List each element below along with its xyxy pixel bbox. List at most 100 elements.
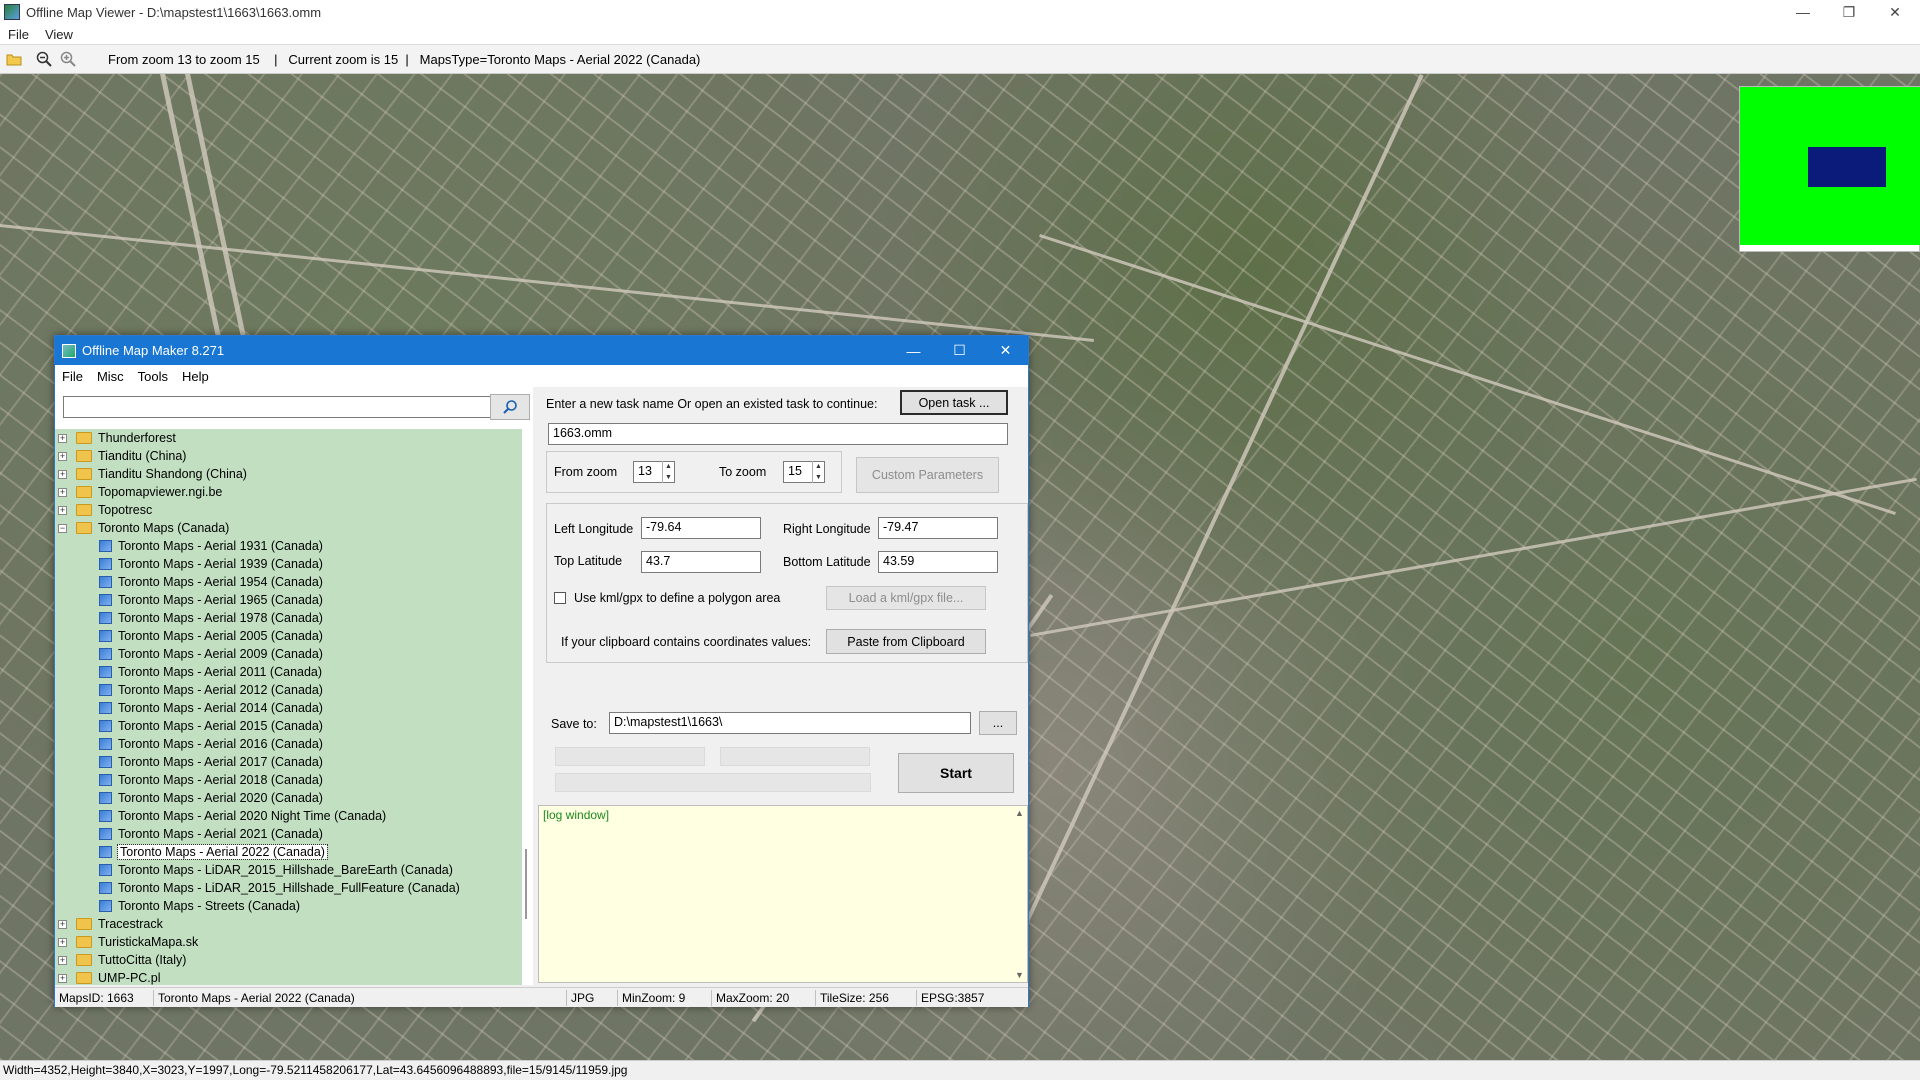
dialog-maximize-button[interactable]: ☐ xyxy=(937,336,982,365)
expand-icon[interactable]: + xyxy=(58,955,67,965)
tree-folder-item[interactable]: + Topomapviewer.ngi.be xyxy=(55,483,222,501)
zoom-out-icon[interactable] xyxy=(34,49,54,69)
folder-icon xyxy=(76,468,92,480)
map-layer-icon xyxy=(99,666,112,678)
tree-folder-item[interactable]: + Topotresc xyxy=(55,501,152,519)
map-source-tree[interactable]: + Thunderforest + Tianditu (China) + Tianditu… xyxy=(55,429,522,985)
scroll-up-icon[interactable]: ▲ xyxy=(1015,808,1024,818)
tree-map-item[interactable]: Toronto Maps - Aerial 2020 Night Time (C… xyxy=(55,807,386,825)
tree-map-item[interactable]: Toronto Maps - Aerial 1965 (Canada) xyxy=(55,591,323,609)
folder-icon xyxy=(76,450,92,462)
spin-up-icon[interactable]: ▲ xyxy=(663,461,674,472)
log-scrollbar[interactable]: ▲ ▼ xyxy=(1013,806,1027,982)
tree-map-item[interactable]: Toronto Maps - Aerial 2021 (Canada) xyxy=(55,825,323,843)
close-button[interactable]: ✕ xyxy=(1872,0,1918,24)
top-latitude-field[interactable]: 43.7 xyxy=(641,551,761,573)
spin-down-icon[interactable]: ▼ xyxy=(663,472,674,483)
start-button[interactable]: Start xyxy=(898,753,1014,793)
dialog-minimize-button[interactable]: — xyxy=(891,336,936,365)
overview-viewport[interactable] xyxy=(1808,147,1886,187)
expand-icon[interactable]: + xyxy=(58,433,67,443)
tree-map-item[interactable]: Toronto Maps - Aerial 2014 (Canada) xyxy=(55,699,323,717)
tree-map-item[interactable]: Toronto Maps - Aerial 2022 (Canada) xyxy=(55,843,328,861)
tree-folder-item[interactable]: + UMP-PC.pl xyxy=(55,969,161,985)
expand-icon[interactable]: + xyxy=(58,487,67,497)
tree-map-item[interactable]: Toronto Maps - Aerial 2009 (Canada) xyxy=(55,645,323,663)
open-task-button[interactable]: Open task ... xyxy=(900,390,1008,415)
tree-map-item[interactable]: Toronto Maps - Aerial 1978 (Canada) xyxy=(55,609,323,627)
tree-map-item[interactable]: Toronto Maps - Aerial 2015 (Canada) xyxy=(55,717,323,735)
left-longitude-field[interactable]: -79.64 xyxy=(641,517,761,539)
tree-scroll-thumb[interactable] xyxy=(525,849,527,919)
paste-from-clipboard-button[interactable]: Paste from Clipboard xyxy=(826,629,986,654)
expand-icon[interactable]: + xyxy=(58,451,67,461)
load-kml-button[interactable]: Load a kml/gpx file... xyxy=(826,586,986,610)
folder-icon xyxy=(76,522,92,534)
tree-folder-item[interactable]: + Tianditu Shandong (China) xyxy=(55,465,247,483)
tree-folder-item[interactable]: + Thunderforest xyxy=(55,429,176,447)
tree-map-item[interactable]: Toronto Maps - LiDAR_2015_Hillshade_Full… xyxy=(55,879,460,897)
map-layer-icon xyxy=(99,630,112,642)
status-maps-id: MapsID: 1663 xyxy=(59,991,134,1005)
tree-map-item[interactable]: Toronto Maps - Aerial 2011 (Canada) xyxy=(55,663,322,681)
tree-map-item[interactable]: Toronto Maps - LiDAR_2015_Hillshade_Bare… xyxy=(55,861,453,879)
tree-map-item[interactable]: Toronto Maps - Aerial 1939 (Canada) xyxy=(55,555,323,573)
to-zoom-stepper[interactable]: 15 ▲ ▼ xyxy=(783,461,825,483)
dialog-menu-help[interactable]: Help xyxy=(175,369,216,384)
overview-minimap[interactable] xyxy=(1739,86,1920,252)
map-search-input[interactable] xyxy=(63,396,493,418)
tree-map-item[interactable]: Toronto Maps - Aerial 1954 (Canada) xyxy=(55,573,323,591)
tree-item-label: Toronto Maps - Aerial 2021 (Canada) xyxy=(118,827,323,841)
dialog-menu-file[interactable]: File xyxy=(55,369,90,384)
expand-icon[interactable]: + xyxy=(58,919,67,929)
expand-icon[interactable]: + xyxy=(58,469,67,479)
collapse-icon[interactable]: − xyxy=(58,523,67,533)
tree-item-label: Tianditu (China) xyxy=(98,449,187,463)
tree-folder-item[interactable]: + Tianditu (China) xyxy=(55,447,186,465)
save-to-path-field[interactable]: D:\mapstest1\1663\ xyxy=(609,712,971,734)
spin-up-icon[interactable]: ▲ xyxy=(813,461,824,472)
maximize-button[interactable]: ❐ xyxy=(1826,0,1872,24)
tree-scrollbar[interactable] xyxy=(523,429,533,985)
open-folder-icon[interactable] xyxy=(4,49,24,69)
expand-icon[interactable]: + xyxy=(58,937,67,947)
tree-item-label: Toronto Maps - LiDAR_2015_Hillshade_Bare… xyxy=(118,863,453,877)
menu-file[interactable]: File xyxy=(0,27,37,42)
task-name-field[interactable]: 1663.omm xyxy=(548,423,1008,445)
tree-folder-item[interactable]: − Toronto Maps (Canada) xyxy=(55,519,229,537)
to-zoom-value: 15 xyxy=(788,464,802,478)
tree-folder-item[interactable]: + TuristickaMapa.sk xyxy=(55,933,198,951)
menu-view[interactable]: View xyxy=(37,27,81,42)
map-layer-icon xyxy=(99,864,112,876)
right-longitude-field[interactable]: -79.47 xyxy=(878,517,998,539)
progress-bar-1 xyxy=(555,747,705,766)
bottom-latitude-field[interactable]: 43.59 xyxy=(878,551,998,573)
kml-polygon-checkbox[interactable] xyxy=(554,592,566,604)
from-zoom-spin[interactable]: ▲ ▼ xyxy=(662,461,674,483)
tree-folder-item[interactable]: + TuttoCitta (Italy) xyxy=(55,951,186,969)
browse-folder-button[interactable]: ... xyxy=(979,711,1017,735)
dialog-menu-tools[interactable]: Tools xyxy=(131,369,175,384)
dialog-menu-misc[interactable]: Misc xyxy=(90,369,131,384)
scroll-down-icon[interactable]: ▼ xyxy=(1015,970,1024,980)
tree-map-item[interactable]: Toronto Maps - Streets (Canada) xyxy=(55,897,300,915)
from-zoom-stepper[interactable]: 13 ▲ ▼ xyxy=(633,461,675,483)
tree-map-item[interactable]: Toronto Maps - Aerial 2017 (Canada) xyxy=(55,753,323,771)
to-zoom-spin[interactable]: ▲ ▼ xyxy=(812,461,824,483)
zoom-in-icon[interactable] xyxy=(58,49,78,69)
custom-parameters-button[interactable]: Custom Parameters xyxy=(856,457,999,493)
dialog-close-button[interactable]: ✕ xyxy=(983,336,1028,365)
expand-icon[interactable]: + xyxy=(58,973,67,983)
minimize-button[interactable]: — xyxy=(1780,0,1826,24)
tree-map-item[interactable]: Toronto Maps - Aerial 2020 (Canada) xyxy=(55,789,323,807)
search-button[interactable] xyxy=(490,394,530,420)
tree-map-item[interactable]: Toronto Maps - Aerial 2012 (Canada) xyxy=(55,681,323,699)
tree-folder-item[interactable]: + Tracestrack xyxy=(55,915,163,933)
tree-map-item[interactable]: Toronto Maps - Aerial 2016 (Canada) xyxy=(55,735,323,753)
tree-map-item[interactable]: Toronto Maps - Aerial 1931 (Canada) xyxy=(55,537,323,555)
spin-down-icon[interactable]: ▼ xyxy=(813,472,824,483)
expand-icon[interactable]: + xyxy=(58,505,67,515)
tree-map-item[interactable]: Toronto Maps - Aerial 2018 (Canada) xyxy=(55,771,323,789)
log-window[interactable]: [log window] ▲ ▼ xyxy=(538,805,1028,983)
tree-map-item[interactable]: Toronto Maps - Aerial 2005 (Canada) xyxy=(55,627,323,645)
